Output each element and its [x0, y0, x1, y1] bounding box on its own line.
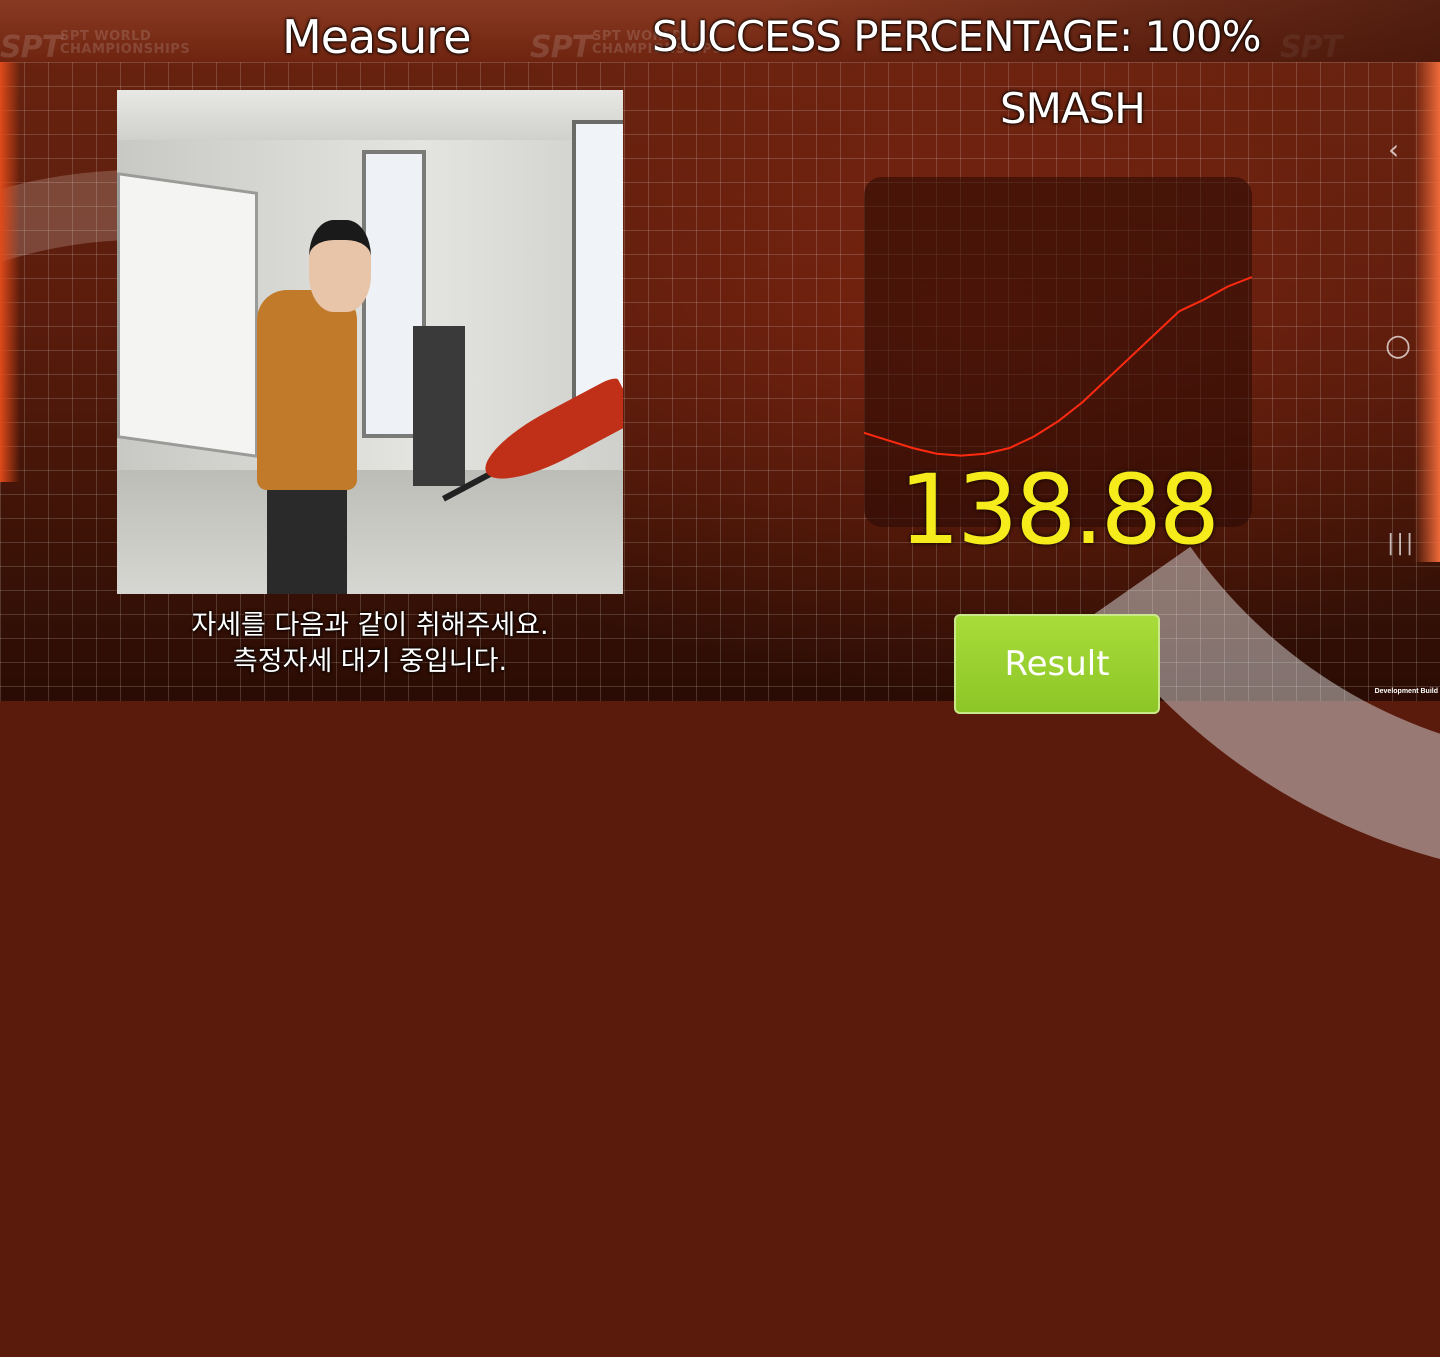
result-button[interactable]: Result — [954, 614, 1160, 714]
watermark-text: SPT WORLD CHAMPIONSHIPS — [60, 29, 191, 57]
edge-glow-right — [1414, 62, 1440, 562]
camera-person-legs — [267, 480, 347, 594]
speed-series-line — [864, 276, 1252, 457]
instruction-line-1: 자세를 다음과 같이 취해주세요. — [191, 610, 549, 641]
instruction-text: 자세를 다음과 같이 취해주세요. 측정자세 대기 중입니다. — [117, 608, 623, 680]
watermark-logo: SPT — [530, 30, 592, 65]
dev-build-label: Development Build — [1374, 688, 1438, 695]
watermark-logo: SPT — [1280, 30, 1342, 65]
page-title: Measure — [282, 10, 471, 64]
edge-glow-left — [0, 62, 20, 482]
camera-person-body — [257, 290, 357, 490]
back-nav-icon[interactable]: ‹ — [1388, 136, 1399, 164]
home-nav-icon[interactable]: ○ — [1385, 331, 1411, 361]
speed-value: 138.88 — [899, 454, 1220, 566]
camera-whiteboard — [117, 172, 258, 458]
success-percentage: SUCCESS PERCENTAGE: 100% — [652, 12, 1262, 61]
camera-person-head — [309, 220, 371, 312]
camera-feed — [117, 90, 623, 594]
camera-printer — [413, 326, 465, 486]
camera-floor — [117, 470, 623, 594]
instruction-line-2: 측정자세 대기 중입니다. — [232, 646, 508, 677]
stroke-mode-label: SMASH — [1000, 84, 1146, 133]
recents-nav-icon[interactable]: ||| — [1387, 530, 1415, 558]
watermark-logo: SPT — [0, 30, 62, 65]
camera-ceiling — [117, 90, 623, 140]
